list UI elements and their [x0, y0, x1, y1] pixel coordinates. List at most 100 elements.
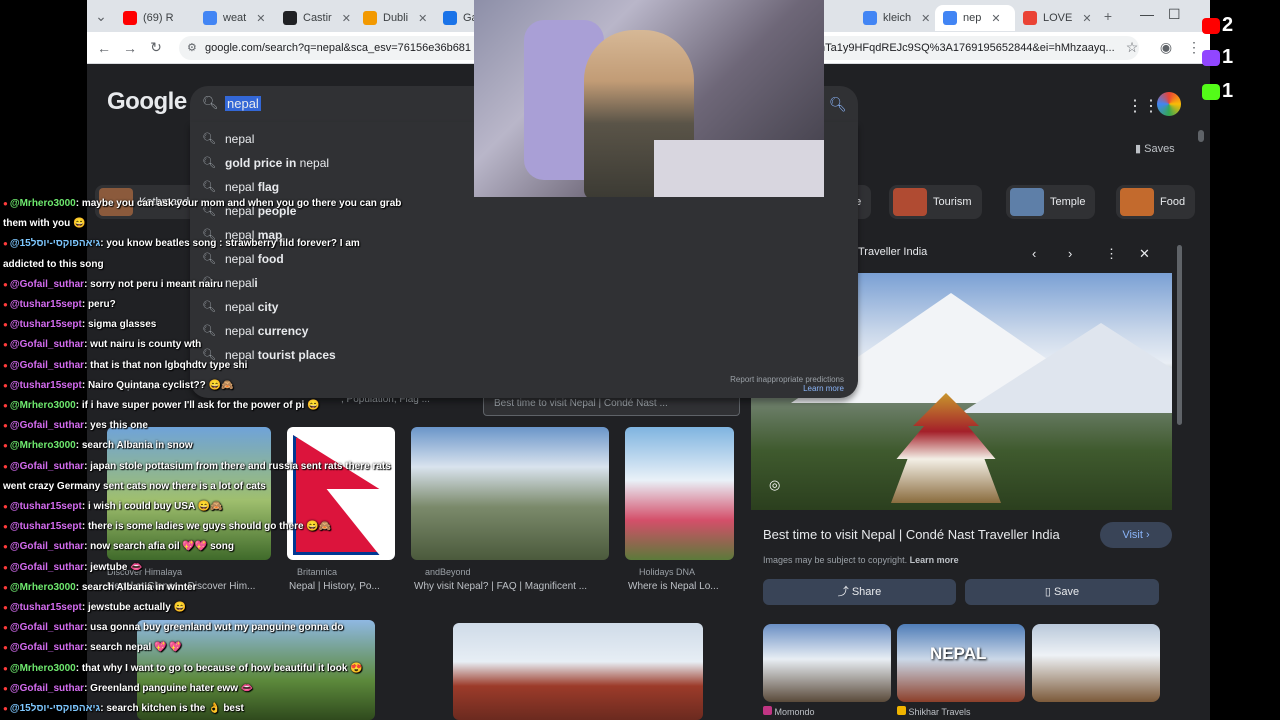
chip-kathmandu[interactable]: Kathmandu [95, 185, 206, 219]
tab-label: kleich [883, 12, 912, 24]
result-title-1[interactable]: Nepal at Glance - Discover Him... [107, 581, 255, 592]
tripadvisor-source: Tripadvisor [117, 381, 162, 391]
kp-scrollbar[interactable] [1177, 245, 1182, 425]
suggestion-item[interactable]: 🔍︎ nepali [190, 272, 570, 296]
kp-thumb-1[interactable] [763, 624, 891, 702]
suggestion-item[interactable]: 🔍︎ nepal currency [190, 320, 570, 344]
result-source-2: Britannica [297, 567, 338, 577]
tab-love[interactable]: LOVE ✕ [1015, 5, 1095, 31]
result-image-4[interactable] [625, 427, 734, 560]
result-image-3[interactable] [411, 427, 609, 560]
thumb-source-label: Momondo [774, 707, 815, 717]
kp-thumb-3[interactable] [1032, 624, 1160, 702]
tab-kleich[interactable]: kleich ✕ [855, 5, 935, 31]
thumb-overlay-text: NEPAL [930, 644, 987, 663]
suggestion-item[interactable]: 🔍︎ nepal people [190, 200, 570, 224]
youtube-viewer-counter: 2 [1200, 14, 1280, 44]
close-icon[interactable]: ✕ [256, 12, 265, 25]
result-image-6[interactable] [453, 623, 703, 720]
maximize-icon[interactable]: ☐ [1168, 6, 1181, 23]
close-icon[interactable]: ✕ [1139, 246, 1150, 262]
close-icon[interactable]: ✕ [991, 12, 1000, 25]
learn-more-link[interactable]: Learn more [910, 555, 959, 565]
new-tab-plus-icon[interactable]: + [1095, 8, 1121, 24]
learn-more-link[interactable]: Learn more [803, 384, 844, 393]
chat-username: @Gofail_suthar [9, 279, 85, 290]
chat-username: @Mrhero3000 [9, 440, 76, 451]
chat-username: @Gofail_suthar [9, 642, 85, 653]
suggestion-text: nepali [225, 276, 258, 290]
profile-icon[interactable]: ◉ [1153, 39, 1179, 56]
tab-label: Castir [303, 12, 332, 24]
suggestion-item[interactable]: 🔍︎ nepal city [190, 296, 570, 320]
suggestion-item[interactable]: 🔍︎ nepal food [190, 248, 570, 272]
platform-icon: ● [3, 239, 8, 248]
suggestion-item[interactable]: 🔍︎ nepal map [190, 224, 570, 248]
more-dots-icon[interactable]: ⋮ [1105, 246, 1118, 262]
kp-thumb-2[interactable]: NEPAL [897, 624, 1025, 702]
search-icon: 🔍︎ [202, 325, 216, 337]
close-icon[interactable]: ✕ [342, 12, 351, 25]
ga-icon [443, 11, 457, 25]
tab-nepal[interactable]: nep ✕ [935, 5, 1015, 31]
suggestion-item[interactable]: 🔍︎ nepal tourist places [190, 344, 570, 368]
prev-arrow-icon[interactable]: ‹ [1032, 246, 1036, 261]
tab-youtube[interactable]: (69) R [115, 5, 195, 31]
result-image-1[interactable] [107, 427, 271, 560]
tab-castir[interactable]: Castir ✕ [275, 5, 355, 31]
save-button[interactable]: ▯ Save [965, 579, 1159, 605]
tab-search-chevron-icon[interactable]: ⌄ [87, 8, 115, 25]
result-title-2[interactable]: Nepal | History, Po... [289, 581, 380, 592]
result-title-3[interactable]: Why visit Nepal? | FAQ | Magnificent ... [414, 581, 587, 592]
chip-tourism[interactable]: Tourism [889, 185, 982, 219]
viewer-count: 1 [1222, 46, 1234, 68]
close-icon[interactable]: ✕ [418, 12, 427, 25]
tab-weather[interactable]: weat ✕ [195, 5, 275, 31]
platform-icon: ● [3, 623, 8, 632]
search-submit-icon[interactable]: 🔍︎ [829, 96, 847, 113]
back-arrow-icon[interactable]: ← [91, 40, 117, 56]
chat-username: @Gofail_suthar [9, 420, 85, 431]
chat-username: @Gofail_suthar [9, 360, 85, 371]
chat-username: @tushar15sept [9, 602, 82, 613]
search-input[interactable]: nepal [225, 96, 261, 111]
platform-icon: ● [3, 462, 8, 471]
close-icon[interactable]: ✕ [921, 12, 930, 25]
mountain-shape [961, 323, 1172, 413]
castir-icon [283, 11, 297, 25]
platform-icon: ● [3, 583, 8, 592]
share-button[interactable]: ⤴ Share [763, 579, 956, 605]
suggestion-text: nepal city [225, 300, 279, 314]
kp-caption[interactable]: Best time to visit Nepal | Condé Nast Tr… [763, 527, 1060, 542]
forward-arrow-icon[interactable]: → [117, 40, 143, 56]
tab-ga[interactable]: Ga [435, 5, 475, 31]
platform-icon: ● [3, 502, 8, 511]
result-image-5[interactable] [137, 620, 375, 720]
next-arrow-icon[interactable]: › [1068, 246, 1072, 261]
bookmark-icon: ▯ [1044, 586, 1055, 598]
minimize-icon[interactable]: — [1140, 6, 1154, 22]
scrollbar[interactable] [1198, 130, 1204, 142]
chip-temple[interactable]: Temple [1006, 185, 1096, 219]
report-predictions[interactable]: Report inappropriate predictions Learn mo… [730, 375, 844, 393]
visit-button[interactable]: Visit › [1100, 522, 1172, 548]
reload-icon[interactable]: ↻ [143, 39, 169, 56]
bookmark-star-icon[interactable]: ☆ [1119, 39, 1145, 56]
tab-dubli[interactable]: Dubli ✕ [355, 5, 435, 31]
google-logo[interactable]: Google [107, 88, 187, 116]
chip-label: Food [1160, 196, 1186, 208]
chip-food[interactable]: Food [1116, 185, 1196, 219]
chip-image [99, 188, 133, 216]
result-image-flag[interactable] [287, 427, 395, 560]
chat-username: @tushar15sept [9, 319, 82, 330]
avatar[interactable] [1157, 92, 1181, 116]
thumb-source-label: Shikhar Travels [908, 707, 971, 717]
copyright-note: Images may be subject to copyright. Lear… [763, 555, 959, 565]
tab-label: Dubli [383, 12, 409, 24]
close-icon[interactable]: ✕ [1082, 12, 1091, 25]
lens-icon[interactable]: ◎ [769, 477, 780, 493]
result-title-4[interactable]: Where is Nepal Lo... [628, 581, 719, 592]
site-info-icon[interactable]: ⚙ [187, 36, 197, 60]
platform-icon: ● [3, 340, 8, 349]
saves-link[interactable]: ▮ Saves [1135, 142, 1175, 155]
